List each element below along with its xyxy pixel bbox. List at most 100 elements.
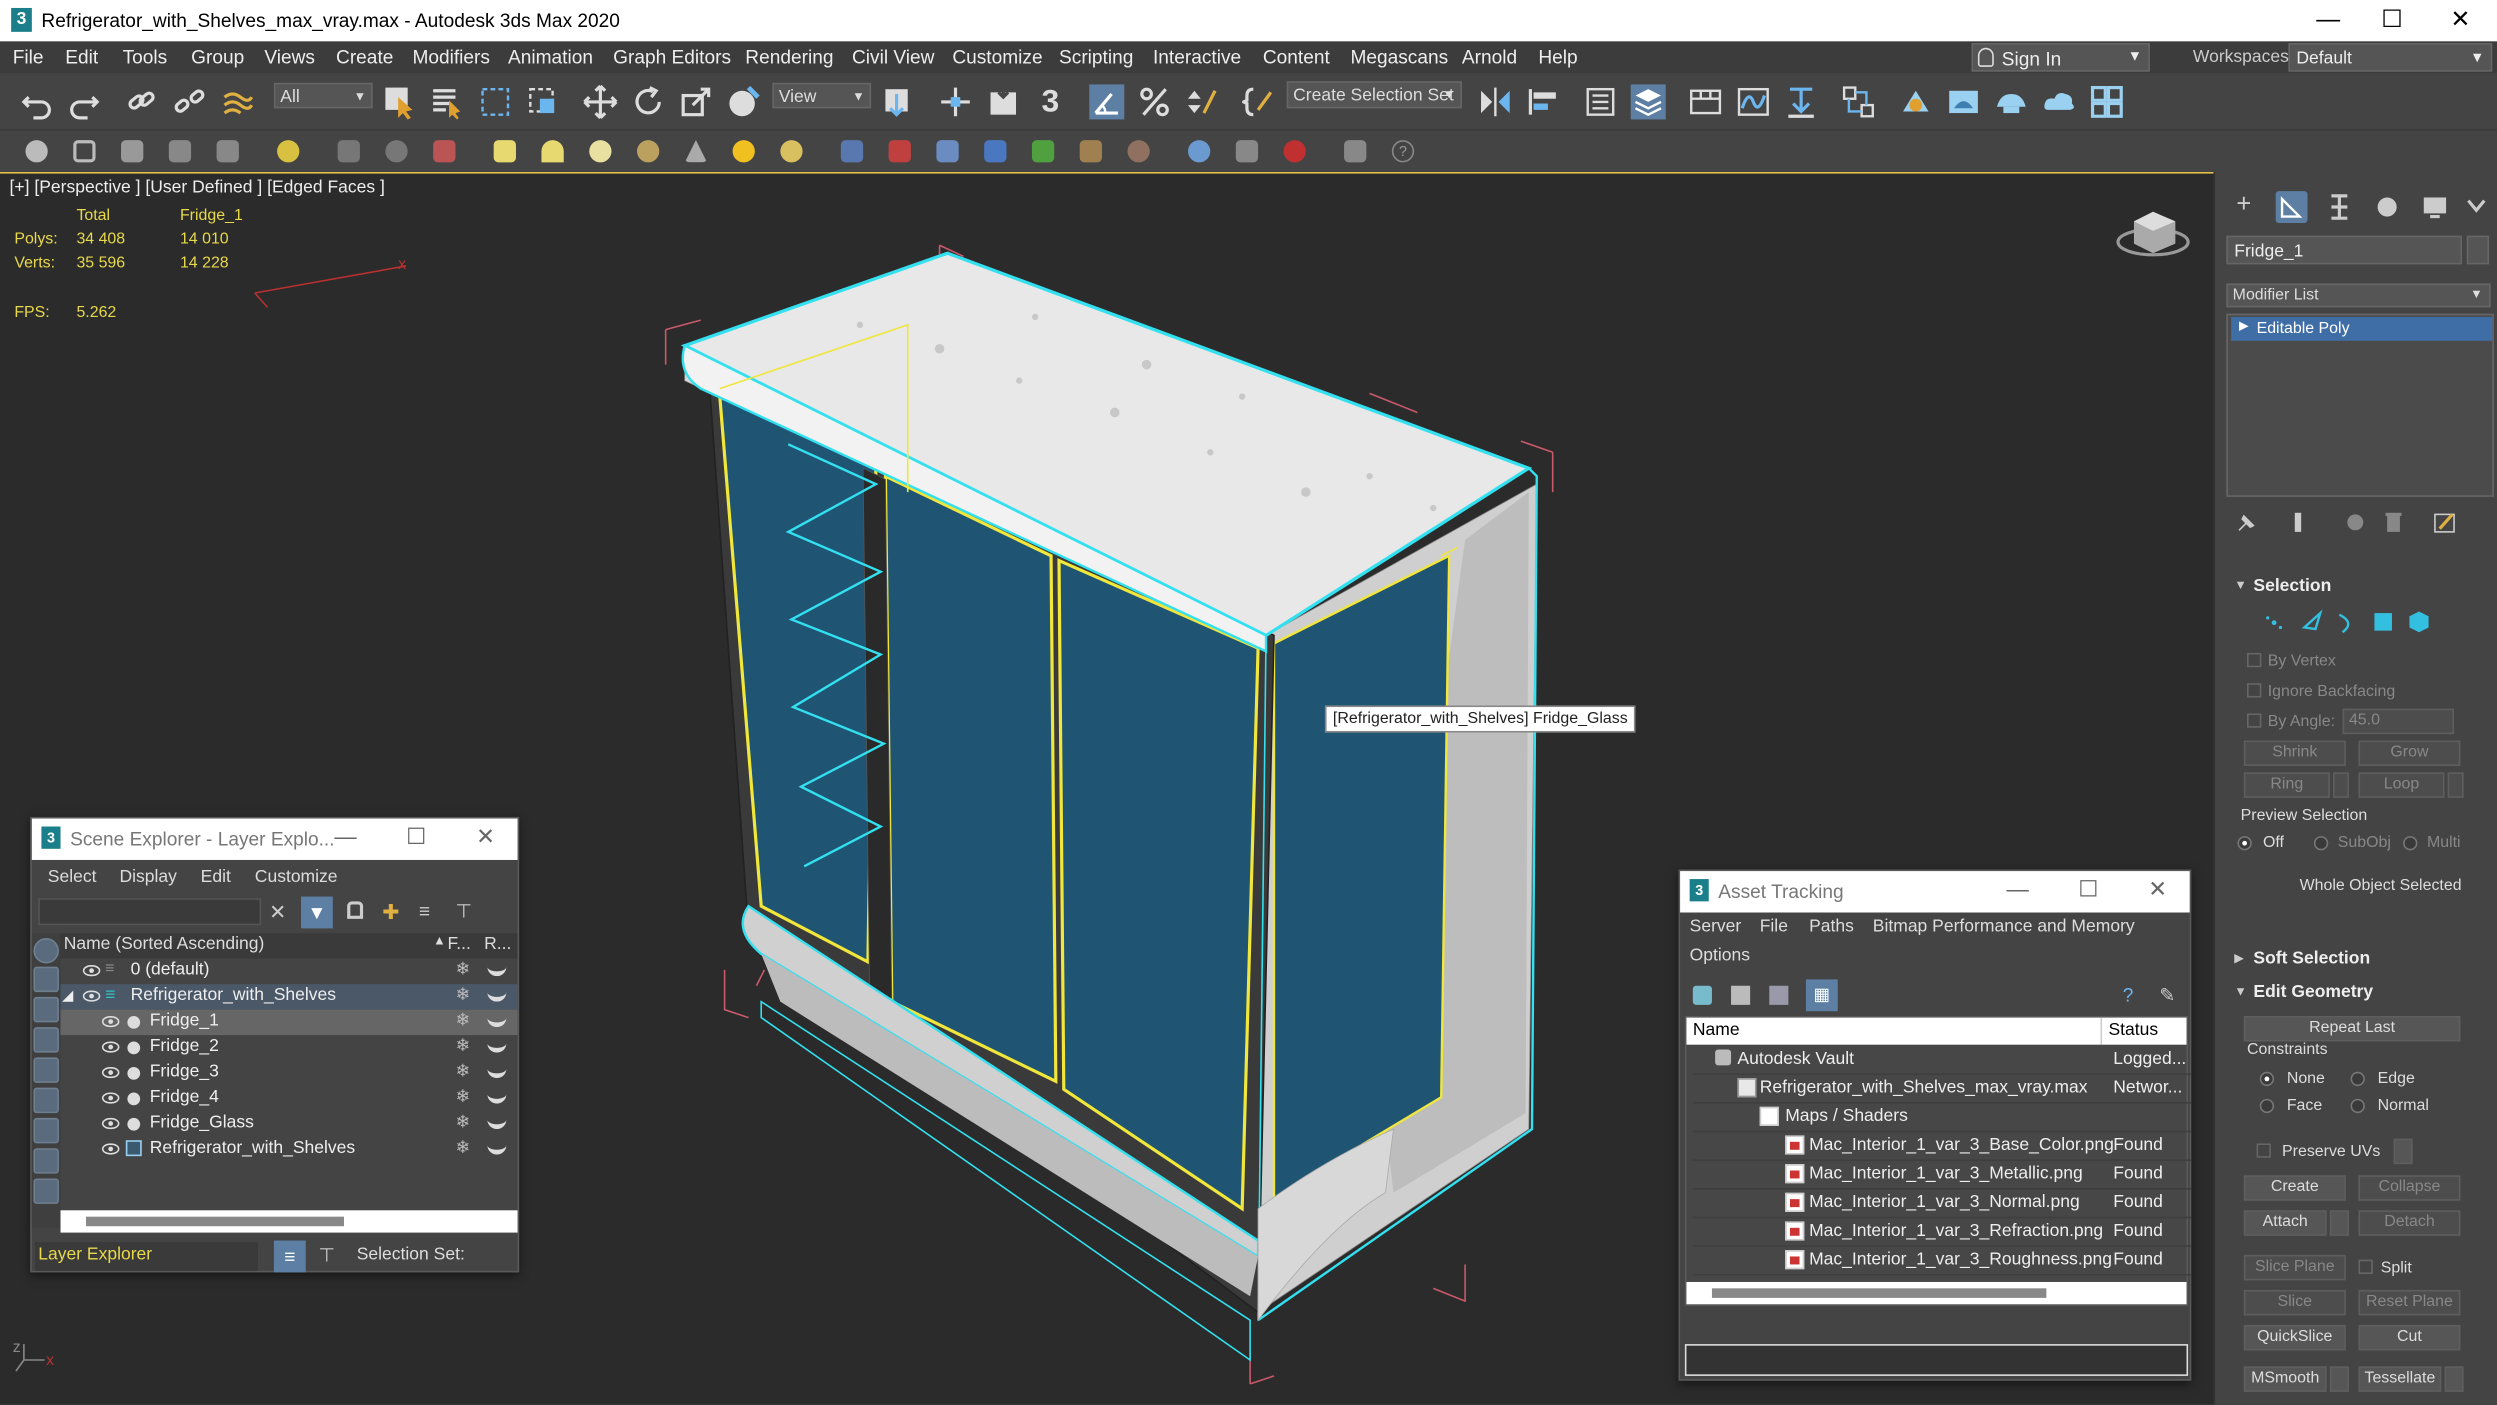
col-frozen-header[interactable]: F... [447, 935, 470, 954]
redo-icon[interactable] [67, 84, 102, 120]
minimize-button[interactable]: — [2296, 0, 2360, 41]
remove-modifier-icon[interactable] [2381, 510, 2406, 535]
select-manipulate-icon[interactable] [938, 84, 973, 119]
tree-row-object[interactable]: Fridge_3 ❄ [61, 1061, 518, 1086]
slice-button[interactable]: Slice [2243, 1289, 2346, 1316]
visibility-eye-icon[interactable] [101, 1143, 120, 1155]
asset-row[interactable]: Maps / Shaders [1692, 1104, 2192, 1133]
asset-row[interactable]: Mac_Interior_1_var_3_Normal.png Found [1692, 1190, 2192, 1219]
slice-plane-button[interactable]: Slice Plane [2243, 1254, 2346, 1281]
display-lights-icon[interactable] [33, 996, 59, 1023]
modifier-stack[interactable]: ▶ Editable Poly [2226, 313, 2494, 497]
teapot-render-icon[interactable] [487, 1091, 507, 1104]
se-search-input[interactable] [38, 898, 262, 926]
teapot-render-icon[interactable] [487, 1040, 507, 1053]
link-icon[interactable] [124, 84, 159, 119]
select-object-icon[interactable] [382, 84, 417, 120]
display-tab-icon[interactable] [2419, 191, 2451, 223]
menu-content[interactable]: Content [1263, 46, 1330, 68]
visibility-eye-icon[interactable] [101, 1041, 120, 1053]
settings-icon[interactable]: ✎ [2159, 984, 2175, 1006]
display-xrefs-icon[interactable] [33, 1148, 59, 1174]
viewcube[interactable] [2116, 211, 2190, 257]
configure-modifier-sets-icon[interactable] [2432, 510, 2457, 535]
repeat-last-button[interactable]: Repeat Last [2243, 1016, 2461, 1042]
tree-row-layer[interactable]: ◢ ≡ Refrigerator_with_Shelves ❄ [60, 984, 518, 1010]
se-horizontal-scrollbar[interactable] [60, 1210, 518, 1233]
menu-help[interactable]: Help [1538, 46, 1577, 68]
tree-row-object[interactable]: Fridge_4 ❄ [61, 1086, 518, 1111]
visibility-eye-icon[interactable] [82, 965, 101, 977]
teapot-render-icon[interactable] [487, 1142, 507, 1155]
loop-button[interactable]: Loop [2358, 772, 2445, 798]
col-render-header[interactable]: R... [484, 935, 511, 954]
snaps-toggle-icon[interactable]: 3 [1041, 84, 1059, 121]
utilities-tab-icon[interactable] [2460, 191, 2492, 223]
asset-row[interactable]: Mac_Interior_1_var_3_Base_Color.png Foun… [1692, 1132, 2192, 1161]
freeze-icon[interactable]: ❄ [455, 1010, 470, 1030]
checkout-icon[interactable] [1731, 985, 1751, 1005]
asset-path-field[interactable] [1684, 1344, 2189, 1376]
menu-megascans[interactable]: Megascans [1350, 46, 1448, 68]
tree-row-object[interactable]: Fridge_2 ❄ [61, 1035, 518, 1060]
filter-icon[interactable]: ▼ [300, 896, 333, 929]
rotate-icon[interactable] [631, 84, 666, 119]
menu-create[interactable]: Create [336, 46, 393, 68]
render-production-icon[interactable] [1994, 84, 2029, 119]
by-angle-checkbox[interactable] [2247, 713, 2262, 728]
hierarchy-tab-icon[interactable] [2323, 191, 2355, 223]
vray-sphere-icon[interactable] [385, 140, 408, 163]
visibility-eye-icon[interactable] [101, 1066, 120, 1079]
display-groups-icon[interactable] [33, 1117, 59, 1144]
preview-off-radio[interactable] [2237, 836, 2252, 851]
scrollbar-thumb[interactable] [1711, 1288, 2047, 1298]
layer-explorer-icon[interactable] [1630, 84, 1666, 120]
attach-settings-button[interactable] [2329, 1210, 2349, 1236]
vray-dome-light-icon[interactable] [541, 140, 564, 163]
grow-button[interactable]: Grow [2358, 740, 2461, 766]
minimize-button[interactable]: — [2007, 876, 2029, 901]
scene-explorer-toggle-icon[interactable] [1583, 84, 1618, 119]
ribbon-toggle-icon[interactable] [1688, 84, 1723, 119]
menu-edit[interactable]: Edit [65, 46, 98, 68]
render-cloud-icon[interactable] [2042, 84, 2077, 119]
scale-icon[interactable] [678, 84, 713, 119]
display-bones-icon[interactable] [33, 1178, 59, 1204]
asset-row[interactable]: Autodesk Vault Logged... [1692, 1046, 2192, 1075]
ignore-backfacing-checkbox[interactable] [2247, 683, 2262, 698]
freeze-icon[interactable]: ❄ [455, 1112, 470, 1132]
align-icon[interactable] [1526, 84, 1561, 119]
maximize-button[interactable]: ☐ [406, 823, 426, 850]
hierarchy-mode-icon[interactable]: ⊤ [319, 1244, 336, 1266]
display-geometry-icon[interactable] [33, 937, 59, 964]
teapot-render-icon[interactable] [487, 1014, 507, 1028]
modifier-list-dropdown[interactable]: Modifier List ▼ [2226, 283, 2491, 308]
make-unique-icon[interactable] [2343, 510, 2368, 535]
se-menu-select[interactable]: Select [48, 868, 97, 887]
collapse-arrow-icon[interactable]: ▼ [2234, 578, 2247, 592]
split-checkbox[interactable] [2358, 1259, 2373, 1274]
freeze-icon[interactable]: ❄ [455, 959, 470, 979]
vray-vfb-icon[interactable] [1283, 140, 1306, 163]
vault-status-icon[interactable] [1692, 985, 1712, 1005]
freeze-icon[interactable]: ❄ [455, 1086, 470, 1107]
at-menu-options[interactable]: Options [1690, 946, 1750, 965]
menu-civil-view[interactable]: Civil View [852, 46, 934, 68]
asset-tracking-title-bar[interactable]: 3 Asset Tracking — ☐ ✕ [1680, 871, 2190, 913]
tree-row-layer[interactable]: ≡ 0 (default) ❄ [61, 959, 518, 984]
ring-button[interactable]: Ring [2243, 772, 2330, 798]
viewport-label[interactable]: [+] [Perspective ] [User Defined ] [Edge… [10, 178, 385, 197]
vray-decal-icon[interactable] [1127, 140, 1150, 163]
material-editor-icon[interactable] [1841, 84, 1876, 119]
preview-subobj-radio[interactable] [2313, 836, 2329, 851]
teapot-render-icon[interactable] [487, 1116, 507, 1130]
vray-displacement-icon[interactable] [984, 140, 1007, 163]
percent-snap-icon[interactable] [1137, 84, 1172, 119]
maximize-button[interactable]: ☐ [2078, 876, 2098, 903]
tessellate-button[interactable]: Tessellate [2358, 1366, 2442, 1392]
cut-button[interactable]: Cut [2358, 1324, 2461, 1351]
reference-coordinate-dropdown[interactable]: View ▼ [772, 82, 872, 109]
constraint-normal-radio[interactable] [2350, 1098, 2365, 1114]
soft-selection-rollout[interactable]: ▶ Soft Selection [2215, 948, 2497, 973]
preview-multi-radio[interactable] [2403, 836, 2418, 851]
